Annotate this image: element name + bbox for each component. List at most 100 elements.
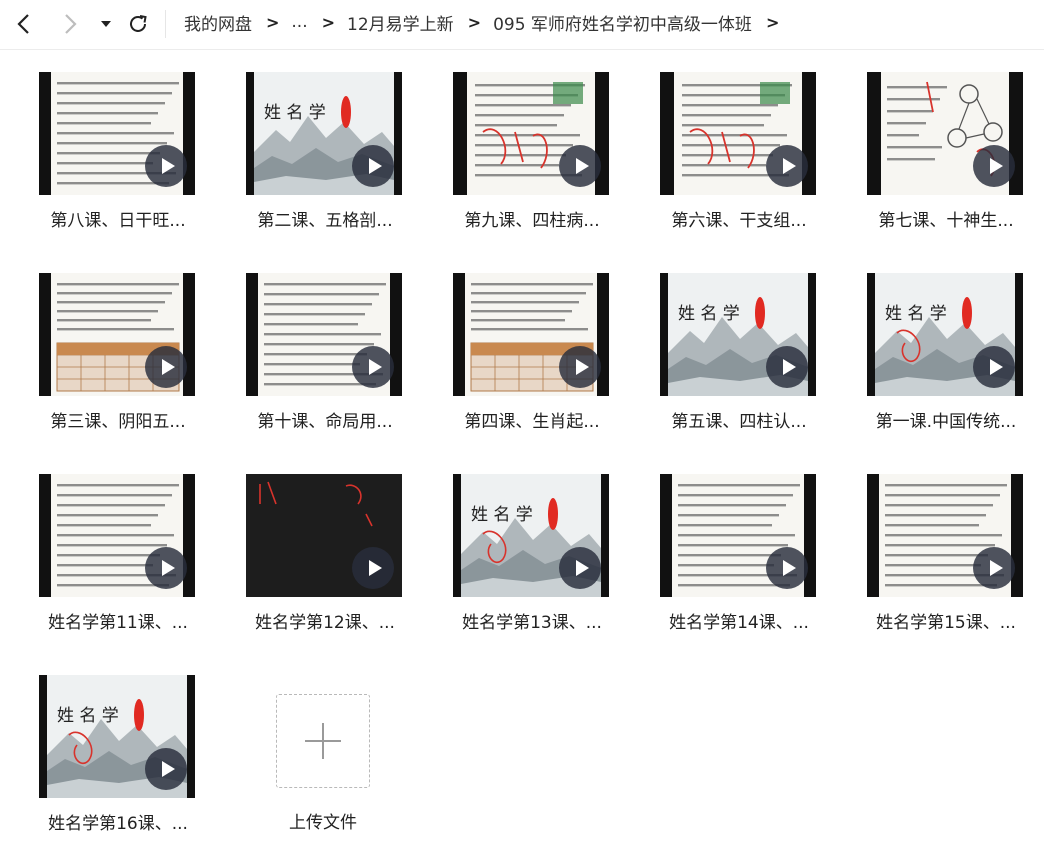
- svg-text:姓 名 学: 姓 名 学: [678, 304, 740, 324]
- video-thumbnail[interactable]: 姓 名 学: [246, 72, 402, 195]
- video-thumbnail[interactable]: 姓 名 学: [867, 273, 1023, 396]
- play-icon: [989, 560, 1003, 576]
- video-thumbnail[interactable]: 姓 名 学: [453, 474, 609, 597]
- play-icon: [161, 560, 175, 576]
- breadcrumb-separator: >: [321, 12, 336, 32]
- play-button[interactable]: [145, 145, 187, 187]
- play-button[interactable]: [145, 547, 187, 589]
- video-thumbnail[interactable]: 姓 名 学: [660, 273, 816, 396]
- nav-divider: [165, 10, 166, 38]
- breadcrumb-separator: >: [266, 12, 280, 32]
- breadcrumb-item-current[interactable]: 095 军师府姓名学初中高级一体班: [493, 10, 752, 35]
- video-thumbnail[interactable]: [39, 273, 195, 396]
- video-thumbnail[interactable]: [39, 72, 195, 195]
- refresh-icon: [130, 15, 147, 32]
- chevron-left-icon: [17, 14, 29, 34]
- video-thumbnail[interactable]: [246, 273, 402, 396]
- top-navigation-bar: 我的网盘 > ... > 12月易学上新 > 095 军师府姓名学初中高级一体班…: [0, 0, 1044, 50]
- play-button[interactable]: [766, 547, 808, 589]
- video-thumbnail[interactable]: [453, 273, 609, 396]
- play-button[interactable]: [352, 145, 394, 187]
- file-name-label: 姓名学第13课、...: [462, 613, 602, 633]
- play-button[interactable]: [559, 145, 601, 187]
- upload-file-label: 上传文件: [289, 813, 357, 833]
- video-file-item[interactable]: 姓 名 学姓名学第16课、...: [32, 675, 222, 865]
- video-file-item[interactable]: 姓 名 学第五课、四柱认...: [653, 273, 843, 463]
- play-button[interactable]: [145, 346, 187, 388]
- file-name-label: 第一课.中国传统...: [875, 412, 1017, 432]
- file-name-label: 姓名学第14课、...: [669, 613, 809, 633]
- play-icon: [368, 158, 382, 174]
- breadcrumb-item-ellipsis[interactable]: ...: [291, 12, 307, 32]
- file-name-label: 第十课、命局用...: [257, 412, 393, 432]
- video-file-item[interactable]: 第九课、四柱病...: [446, 72, 636, 262]
- play-icon: [368, 359, 382, 375]
- play-icon: [575, 359, 589, 375]
- play-button[interactable]: [973, 145, 1015, 187]
- file-name-label: 第四课、生肖起...: [464, 412, 600, 432]
- play-button[interactable]: [973, 346, 1015, 388]
- video-file-item[interactable]: 姓 名 学第二课、五格剖...: [239, 72, 429, 262]
- video-file-item[interactable]: 姓名学第15课、...: [860, 474, 1044, 664]
- file-name-label: 第六课、干支组...: [671, 211, 807, 231]
- video-thumbnail[interactable]: [39, 474, 195, 597]
- video-file-item[interactable]: 第八课、日干旺...: [32, 72, 222, 262]
- play-icon: [782, 560, 796, 576]
- play-button[interactable]: [766, 346, 808, 388]
- video-thumbnail[interactable]: [660, 72, 816, 195]
- breadcrumb-separator: >: [467, 12, 482, 32]
- back-button[interactable]: [6, 6, 42, 42]
- refresh-button[interactable]: [120, 6, 156, 42]
- play-button[interactable]: [352, 547, 394, 589]
- play-icon: [575, 560, 589, 576]
- upload-file-button[interactable]: [276, 694, 370, 788]
- video-thumbnail[interactable]: [453, 72, 609, 195]
- video-file-item[interactable]: 第六课、干支组...: [653, 72, 843, 262]
- file-name-label: 第三课、阴阳五...: [50, 412, 186, 432]
- video-file-item[interactable]: 第三课、阴阳五...: [32, 273, 222, 463]
- file-name-label: 姓名学第15课、...: [876, 613, 1016, 633]
- play-button[interactable]: [973, 547, 1015, 589]
- video-thumbnail[interactable]: 姓 名 学: [39, 675, 195, 798]
- play-button[interactable]: [352, 346, 394, 388]
- play-icon: [161, 359, 175, 375]
- breadcrumb-item-root[interactable]: 我的网盘: [184, 10, 252, 35]
- video-file-item[interactable]: 姓名学第12课、...: [239, 474, 429, 664]
- svg-text:姓 名 学: 姓 名 学: [57, 706, 119, 726]
- play-button[interactable]: [559, 547, 601, 589]
- video-thumbnail[interactable]: [660, 474, 816, 597]
- video-thumbnail[interactable]: [867, 72, 1023, 195]
- file-name-label: 姓名学第12课、...: [255, 613, 395, 633]
- video-file-item[interactable]: 姓 名 学第一课.中国传统...: [860, 273, 1044, 463]
- chevron-right-icon: [65, 14, 77, 34]
- play-button[interactable]: [145, 748, 187, 790]
- history-dropdown-button[interactable]: [88, 6, 124, 42]
- video-file-item[interactable]: 第四课、生肖起...: [446, 273, 636, 463]
- play-icon: [575, 158, 589, 174]
- breadcrumb-item-folder[interactable]: 12月易学上新: [347, 10, 454, 35]
- play-icon: [782, 158, 796, 174]
- video-file-item[interactable]: 姓 名 学姓名学第13课、...: [446, 474, 636, 664]
- forward-button[interactable]: [52, 6, 88, 42]
- plus-icon: [305, 723, 341, 759]
- video-thumbnail[interactable]: [867, 474, 1023, 597]
- svg-text:姓 名 学: 姓 名 学: [471, 505, 533, 525]
- file-name-label: 第五课、四柱认...: [671, 412, 807, 432]
- play-button[interactable]: [559, 346, 601, 388]
- play-icon: [989, 158, 1003, 174]
- video-file-item[interactable]: 第十课、命局用...: [239, 273, 429, 463]
- file-name-label: 姓名学第11课、...: [48, 613, 188, 633]
- play-button[interactable]: [766, 145, 808, 187]
- video-file-item[interactable]: 姓名学第11课、...: [32, 474, 222, 664]
- file-name-label: 第二课、五格剖...: [257, 211, 393, 231]
- video-file-item[interactable]: 姓名学第14课、...: [653, 474, 843, 664]
- play-icon: [368, 560, 382, 576]
- file-name-label: 第九课、四柱病...: [464, 211, 600, 231]
- video-thumbnail[interactable]: [246, 474, 402, 597]
- file-name-label: 姓名学第16课、...: [48, 814, 188, 834]
- video-file-item[interactable]: 第七课、十神生...: [860, 72, 1044, 262]
- file-name-label: 第八课、日干旺...: [50, 211, 186, 231]
- caret-down-icon: [101, 21, 111, 27]
- play-icon: [161, 158, 175, 174]
- svg-text:姓 名 学: 姓 名 学: [885, 304, 947, 324]
